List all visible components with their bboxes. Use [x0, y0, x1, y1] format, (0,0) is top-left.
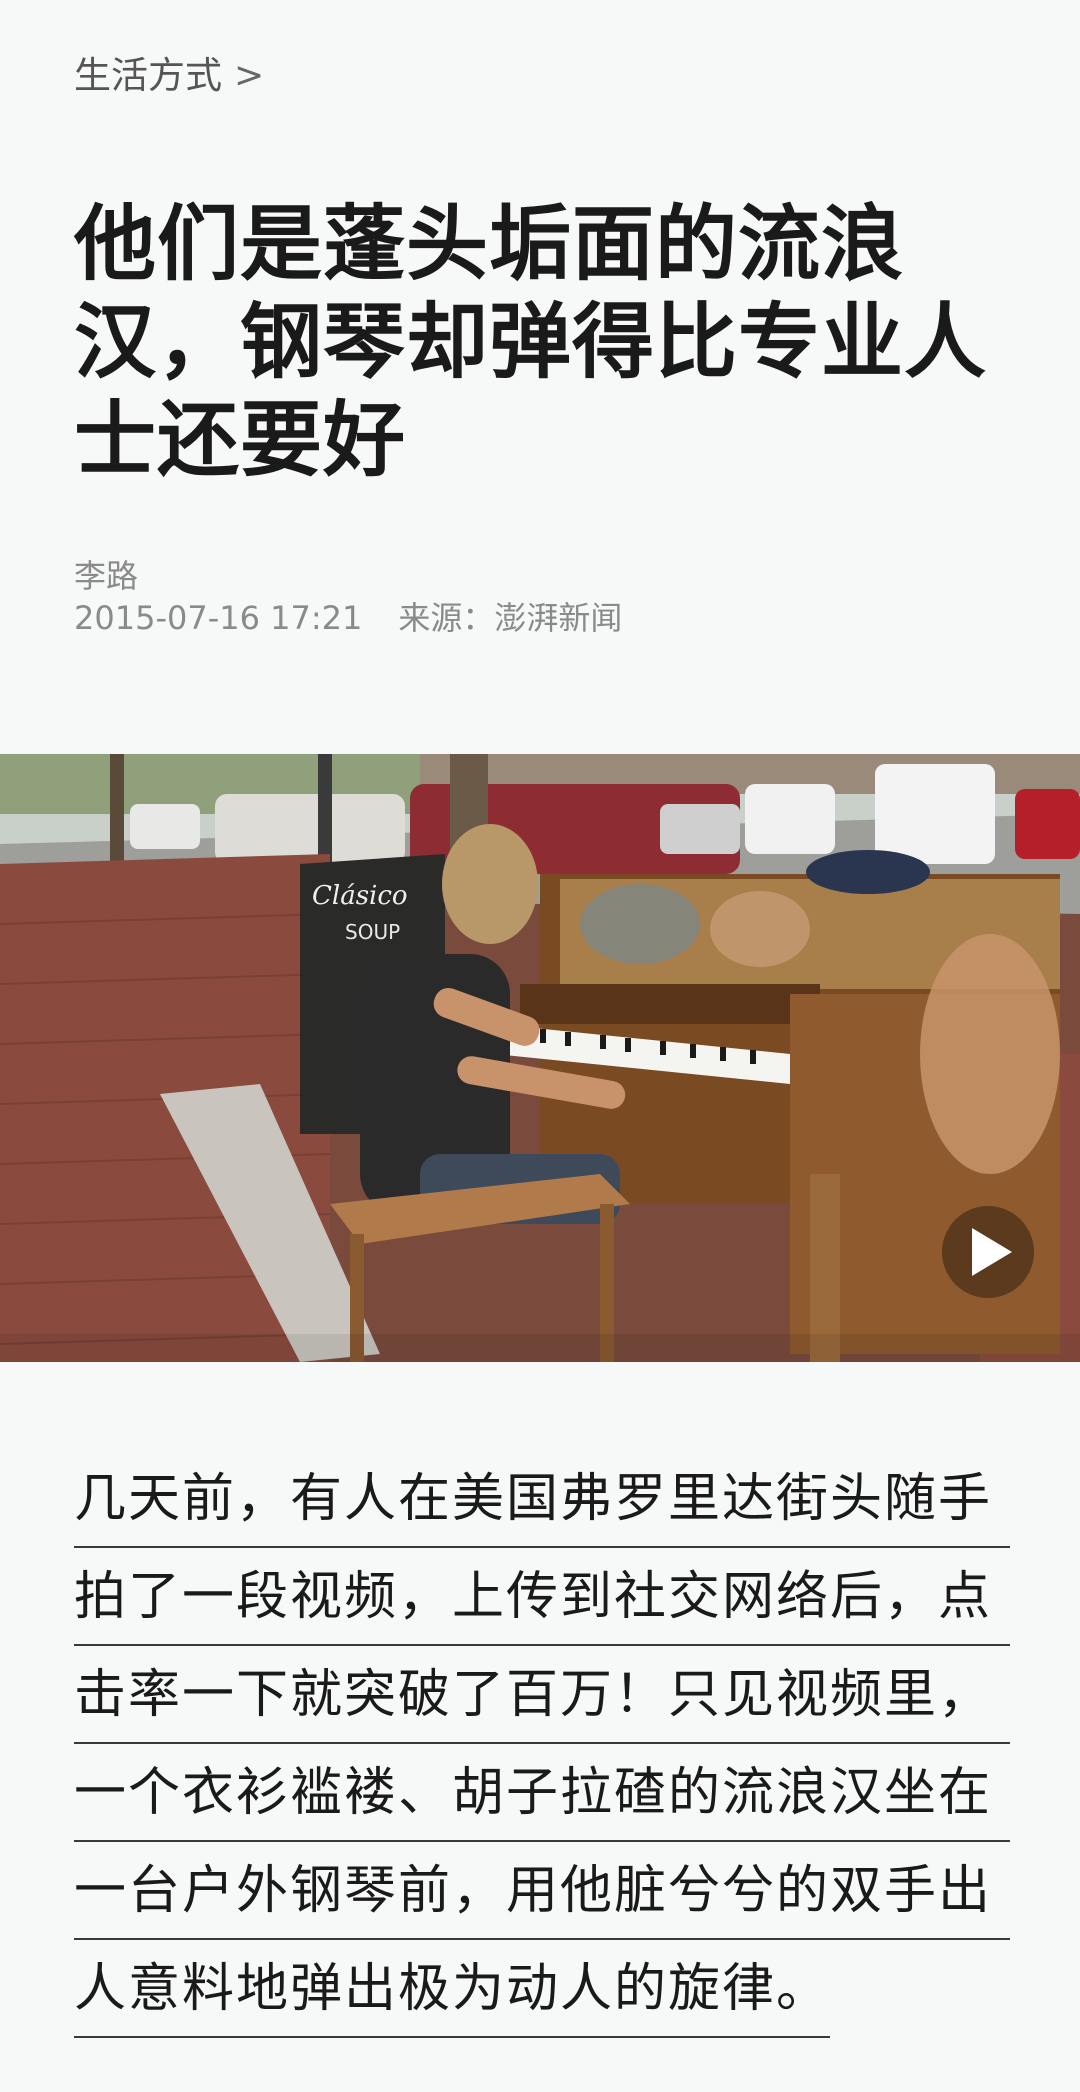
- article-body: 几天前，有人在美国弗罗里达街头随手 拍了一段视频，上传到社交网络后，点 击率一下…: [74, 1450, 1010, 2038]
- chevron-right-icon: >: [234, 55, 265, 96]
- body-text-line: 人意料地弹出极为动人的旋律。: [74, 1940, 831, 2038]
- play-button[interactable]: [942, 1206, 1034, 1298]
- poster-sign-sub: SOUP: [345, 920, 400, 944]
- poster-sign-text: Clásico: [312, 881, 408, 911]
- body-text-line: 击率一下就突破了百万！只见视频里，: [74, 1646, 1010, 1744]
- article-meta: 2015-07-16 17:21 来源：澎湃新闻: [74, 598, 622, 638]
- article-title-line: 士还要好: [74, 393, 407, 488]
- article-author[interactable]: 李路: [74, 556, 138, 596]
- play-icon: [972, 1228, 1012, 1276]
- breadcrumb-category[interactable]: 生活方式: [74, 50, 222, 102]
- body-text-line: 拍了一段视频，上传到社交网络后，点: [74, 1548, 1010, 1646]
- video-poster-image: Clásico SOUP: [0, 754, 1080, 1362]
- article-title-line: 汉，钢琴却弹得比专业人: [74, 295, 988, 390]
- body-text-line: 一台户外钢琴前，用他脏兮兮的双手出: [74, 1842, 1010, 1940]
- video-player[interactable]: Clásico SOUP: [0, 754, 1080, 1362]
- breadcrumb[interactable]: 生活方式 >: [74, 50, 264, 102]
- publish-datetime: 2015-07-16 17:21: [74, 599, 363, 637]
- article-page: 生活方式 > 他们是蓬头垢面的流浪 汉，钢琴却弹得比专业人 士还要好 李路 20…: [0, 0, 1080, 2092]
- article-title-line: 他们是蓬头垢面的流浪: [74, 197, 905, 292]
- article-source: 来源：澎湃新闻: [398, 599, 623, 637]
- body-text-line: 一个衣衫褴褛、胡子拉碴的流浪汉坐在: [74, 1744, 1010, 1842]
- article-title: 他们是蓬头垢面的流浪 汉，钢琴却弹得比专业人 士还要好: [74, 196, 1014, 490]
- body-text-line: 几天前，有人在美国弗罗里达街头随手: [74, 1450, 1010, 1548]
